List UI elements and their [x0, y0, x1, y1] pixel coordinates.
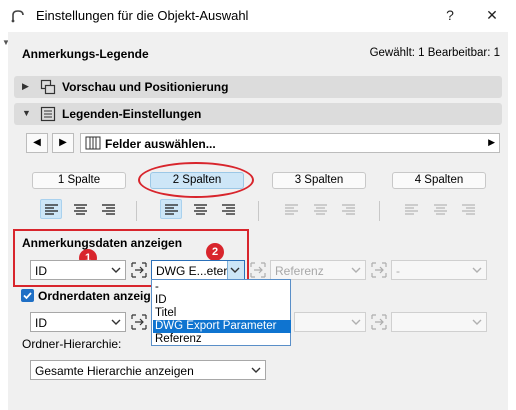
align-left-icon [165, 204, 178, 215]
annotation-field-3-dropdown[interactable]: Referenz [270, 260, 366, 280]
column-1-button[interactable]: 1 Spalte [32, 172, 126, 189]
align-left-icon [405, 204, 418, 215]
align-right-button[interactable] [217, 199, 239, 219]
align-right-icon [102, 204, 115, 215]
align-left-icon [285, 204, 298, 215]
annotation-field-1-value: ID [35, 264, 47, 278]
folder-field-1-value: ID [35, 316, 47, 330]
align-right-icon [222, 204, 235, 215]
chevron-down-icon [351, 267, 361, 273]
selection-status: Gewählt: 1 Bearbeitbar: 1 [369, 47, 500, 59]
highlight-oval [138, 162, 254, 198]
dropdown-option[interactable]: Titel [153, 307, 291, 320]
help-button[interactable]: ? [436, 4, 464, 26]
align-right-icon [462, 204, 475, 215]
align-right-button[interactable] [457, 199, 479, 219]
align-center-button[interactable] [69, 199, 91, 219]
align-center-icon [314, 204, 327, 215]
link-fields-icon[interactable] [130, 313, 148, 331]
folder-data-label[interactable]: Ordnerdaten anzeigen [38, 289, 165, 303]
link-fields-icon[interactable] [370, 313, 388, 331]
dropdown-option[interactable]: - [153, 281, 291, 294]
dropdown-option-highlighted[interactable]: DWG Export Parameter [153, 320, 291, 333]
preview-icon [40, 79, 56, 95]
section-legend-label: Legenden-Einstellungen [62, 107, 202, 121]
chevron-right-icon: ▶ [488, 137, 495, 147]
align-center-icon [434, 204, 447, 215]
annotation-field-1-dropdown[interactable]: ID [30, 260, 126, 280]
link-fields-icon[interactable] [370, 261, 388, 279]
chevron-down-icon [111, 319, 121, 325]
dropdown-option[interactable]: ID [153, 294, 291, 307]
section-preview[interactable]: ▶ Vorschau und Positionierung [14, 76, 502, 98]
dropdown-option[interactable]: Referenz [153, 333, 291, 346]
prev-button[interactable]: ◀ [26, 133, 48, 153]
align-center-button[interactable] [309, 199, 331, 219]
next-button[interactable]: ▶ [52, 133, 74, 153]
align-left-icon [45, 204, 58, 215]
step-badge-2: 2 [206, 243, 224, 261]
arrow-right-icon: ▶ [59, 137, 67, 148]
chevron-right-icon: ▶ [22, 81, 29, 91]
field-select-label: Felder auswählen... [105, 137, 216, 151]
legend-icon [40, 106, 56, 122]
link-fields-icon[interactable] [249, 261, 267, 279]
divider [379, 201, 380, 221]
window-title: Einstellungen für die Objekt-Auswahl [36, 8, 249, 23]
annotation-field-4-value: - [396, 264, 400, 278]
chevron-down-icon [472, 319, 482, 325]
field-select-button[interactable]: Felder auswählen... ▶ [80, 133, 500, 153]
section-legend[interactable]: ▼ Legenden-Einstellungen [14, 103, 502, 125]
chevron-down-icon [230, 267, 240, 273]
align-center-button[interactable] [429, 199, 451, 219]
align-left-button[interactable] [40, 199, 62, 219]
columns-icon [85, 136, 101, 150]
column-3-button[interactable]: 3 Spalten [272, 172, 366, 189]
section-preview-label: Vorschau und Positionierung [62, 80, 229, 94]
align-center-button[interactable] [189, 199, 211, 219]
chevron-down-icon [351, 319, 361, 325]
folder-field-4-dropdown[interactable] [391, 312, 487, 332]
annotation-field-2-dropdown[interactable]: DWG E...eter [151, 260, 245, 280]
column-4-button[interactable]: 4 Spalten [392, 172, 486, 189]
align-left-button[interactable] [160, 199, 182, 219]
folder-field-3-dropdown[interactable] [294, 312, 366, 332]
chevron-down-icon [111, 267, 121, 273]
align-left-button[interactable] [280, 199, 302, 219]
dropdown-list: - ID Titel DWG Export Parameter Referenz [151, 279, 291, 346]
link-fields-icon[interactable] [130, 261, 148, 279]
align-right-button[interactable] [97, 199, 119, 219]
chevron-down-icon: ▼ [22, 108, 31, 118]
folder-field-1-dropdown[interactable]: ID [30, 312, 126, 332]
divider [136, 201, 137, 221]
align-right-button[interactable] [337, 199, 359, 219]
annotation-field-3-value: Referenz [275, 264, 324, 278]
app-icon [11, 10, 24, 23]
chevron-down-icon [472, 267, 482, 273]
folder-data-checkbox[interactable] [21, 289, 34, 302]
hierarchy-label: Ordner-Hierarchie: [22, 337, 122, 351]
divider [258, 201, 259, 221]
align-center-icon [74, 204, 87, 215]
arrow-left-icon: ◀ [33, 137, 41, 148]
close-button[interactable]: ✕ [478, 4, 506, 26]
annotation-field-2-value: DWG E...eter [156, 264, 228, 278]
checkmark-icon [23, 292, 32, 300]
annotation-field-4-dropdown[interactable]: - [391, 260, 487, 280]
align-left-button[interactable] [400, 199, 422, 219]
panel-title: Anmerkungs-Legende [22, 47, 149, 61]
align-center-icon [194, 204, 207, 215]
align-right-icon [342, 204, 355, 215]
chevron-down-icon [251, 367, 261, 373]
hierarchy-value: Gesamte Hierarchie anzeigen [35, 364, 194, 378]
hierarchy-dropdown[interactable]: Gesamte Hierarchie anzeigen [30, 360, 266, 380]
